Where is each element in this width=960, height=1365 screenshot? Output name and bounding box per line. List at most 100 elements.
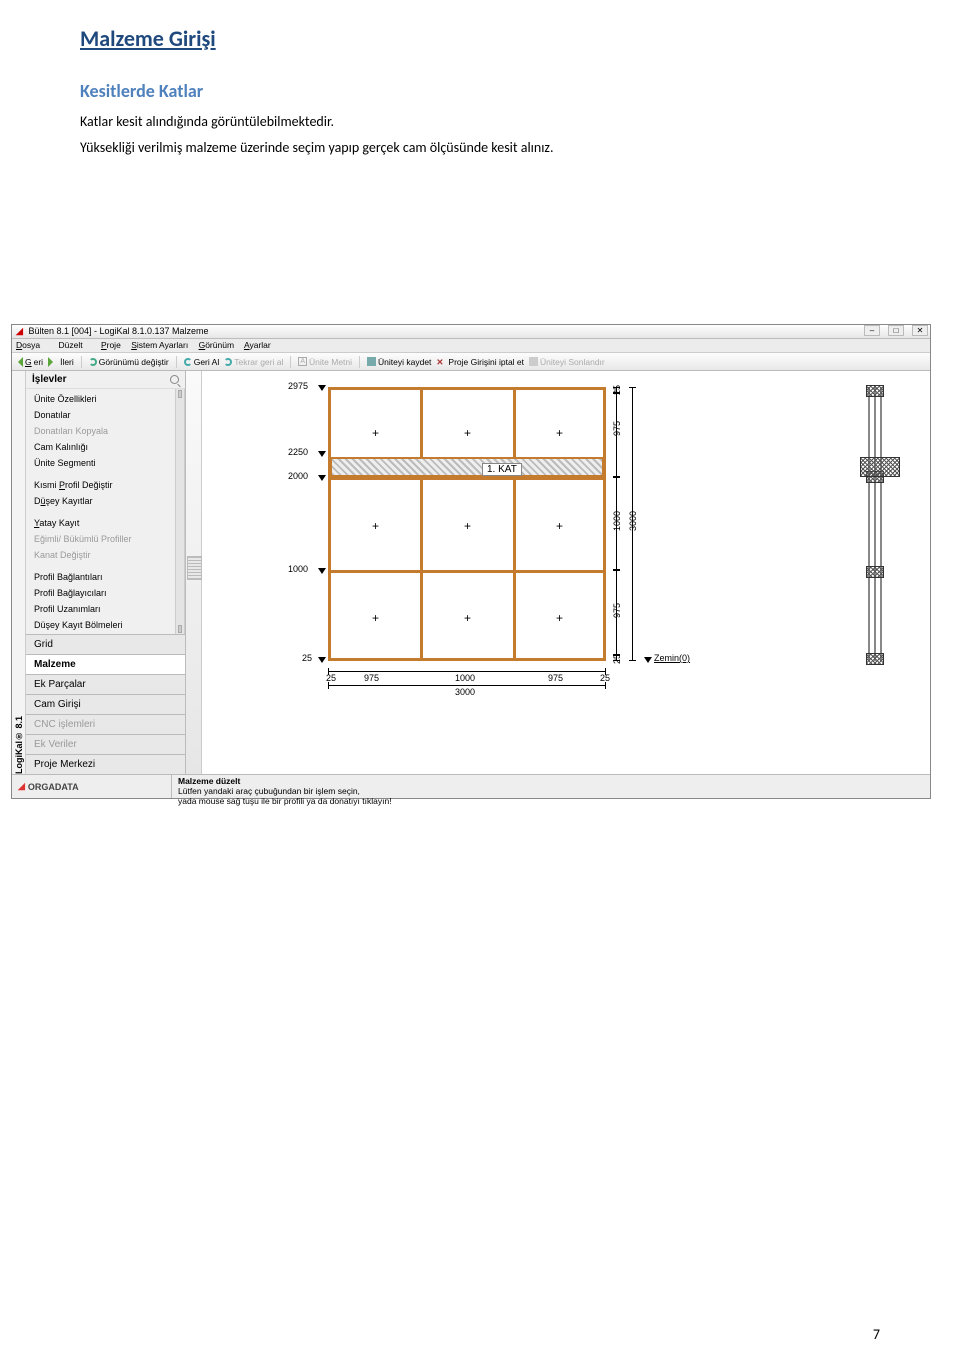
section-line-3 bbox=[880, 387, 882, 661]
fn-profil-baglantilari[interactable]: Profil Bağlantıları bbox=[26, 569, 184, 585]
dim-1000c: 1000 bbox=[455, 673, 475, 683]
tab-grid[interactable]: Grid bbox=[26, 634, 185, 654]
functions-header-label: İşlevler bbox=[32, 374, 66, 385]
search-icon[interactable] bbox=[170, 375, 179, 384]
refresh-icon bbox=[89, 358, 97, 366]
drawing-canvas[interactable]: + + + + + + + + + 1. KAT 2975 2250 2000 bbox=[202, 371, 930, 774]
app-window: ◢ Bülten 8.1 [004] - LogiKal 8.1.0.137 M… bbox=[11, 324, 931, 799]
mullion-v2[interactable] bbox=[513, 387, 516, 661]
fn-unite-segmenti[interactable]: Ünite Segmenti bbox=[26, 455, 184, 471]
fn-yatay-kayit[interactable]: Yatay Kayıt bbox=[26, 515, 184, 531]
tab-proje-merkezi[interactable]: Proje Merkezi bbox=[26, 754, 185, 774]
window-title: Bülten 8.1 [004] - LogiKal 8.1.0.137 Mal… bbox=[28, 326, 208, 336]
pane-plus: + bbox=[556, 519, 563, 533]
pane-plus: + bbox=[372, 426, 379, 440]
cancel-entry-button[interactable]: ✕Proje Girişini iptal et bbox=[436, 357, 524, 367]
tab-ek-parcalar[interactable]: Ek Parçalar bbox=[26, 674, 185, 694]
doc-subtitle: Kesitlerde Katlar bbox=[80, 80, 880, 102]
menu-sistem[interactable]: Sistem Ayarları bbox=[131, 340, 188, 350]
section-profile-bottom bbox=[866, 653, 884, 665]
section-profile-top bbox=[866, 385, 884, 397]
level-tick bbox=[318, 385, 326, 391]
level-tick bbox=[318, 451, 326, 457]
status-bar: ◢ ORGADATA Malzeme düzelt Lütfen yandaki… bbox=[12, 774, 930, 798]
fn-unite-ozellikleri[interactable]: Ünite Özellikleri bbox=[26, 391, 184, 407]
zemin-tick bbox=[644, 657, 652, 663]
scrollbar[interactable] bbox=[175, 389, 184, 634]
mullion-h2[interactable] bbox=[328, 570, 606, 573]
mullion-h1[interactable] bbox=[328, 477, 606, 480]
floor-band[interactable] bbox=[330, 457, 604, 477]
menu-bar[interactable]: Dosya Düzelt Proje Sistem Ayarları Görün… bbox=[12, 339, 930, 353]
tab-malzeme[interactable]: Malzeme bbox=[26, 654, 185, 674]
fn-kanat: Kanat Değiştir bbox=[26, 547, 184, 563]
minimize-button[interactable]: – bbox=[864, 325, 880, 336]
level-1000: 1000 bbox=[288, 564, 308, 574]
section-line-2 bbox=[874, 387, 876, 661]
dim-975: 975 bbox=[612, 603, 622, 618]
dim-h-3000 bbox=[328, 685, 606, 686]
save-unit-button[interactable]: Üniteyi kaydet bbox=[367, 357, 431, 367]
redo-icon bbox=[224, 358, 232, 366]
dim-975l: 975 bbox=[364, 673, 379, 683]
fn-donatilari-kopyala: Donatıları Kopyala bbox=[26, 423, 184, 439]
pane-plus: + bbox=[372, 519, 379, 533]
close-button[interactable]: ✕ bbox=[912, 325, 928, 336]
brand-area: ◢ ORGADATA bbox=[12, 775, 172, 798]
status-line-2: yada mouse sağ tuşu ile bir profili ya d… bbox=[178, 796, 924, 806]
dim-25: 25 bbox=[612, 654, 622, 664]
functions-list: Ünite Özellikleri Donatılar Donatıları K… bbox=[26, 389, 185, 634]
fn-profil-baglayicilari[interactable]: Profil Bağlayıcıları bbox=[26, 585, 184, 601]
fn-dusey-kayitlar[interactable]: Düşey Kayıtlar bbox=[26, 493, 184, 509]
unit-text-button[interactable]: AÜnite Metni bbox=[298, 357, 352, 367]
side-toolstrip[interactable] bbox=[186, 371, 202, 774]
main-area: LogiKal® 8.1 İşlevler Ünite Özellikleri … bbox=[12, 371, 930, 774]
fn-donatilar[interactable]: Donatılar bbox=[26, 407, 184, 423]
undo-button[interactable]: Geri Al bbox=[184, 357, 220, 367]
app-icon: ◢ bbox=[16, 326, 23, 336]
page-number: 7 bbox=[873, 1326, 880, 1343]
menu-duzelt[interactable]: Düzelt bbox=[58, 340, 90, 350]
tab-cam-girisi[interactable]: Cam Girişi bbox=[26, 694, 185, 714]
window-titlebar: ◢ Bülten 8.1 [004] - LogiKal 8.1.0.137 M… bbox=[12, 325, 930, 339]
dim-3000: 3000 bbox=[628, 511, 638, 531]
menu-gorunum[interactable]: Görünüm bbox=[199, 340, 234, 350]
zemin-label: Zemin(0) bbox=[654, 653, 690, 663]
pane-plus: + bbox=[556, 426, 563, 440]
dim-975: 975 bbox=[612, 421, 622, 436]
finish-unit-button[interactable]: Üniteyi Sonlandır bbox=[529, 357, 605, 367]
dim-3000b: 3000 bbox=[455, 687, 475, 697]
pane-plus: + bbox=[464, 426, 471, 440]
fn-profil-uzanimlari[interactable]: Profil Uzanımları bbox=[26, 601, 184, 617]
forward-button[interactable]: İleri bbox=[48, 357, 74, 367]
menu-dosya[interactable]: Dosya bbox=[16, 340, 48, 350]
functions-header: İşlevler bbox=[26, 371, 185, 389]
maximize-button[interactable]: □ bbox=[888, 325, 904, 336]
dim-975r: 975 bbox=[548, 673, 563, 683]
level-2975: 2975 bbox=[288, 381, 308, 391]
arrow-left-icon bbox=[13, 357, 23, 367]
refresh-button[interactable]: Görünümü değiştir bbox=[89, 357, 169, 367]
vertical-brand-strip: LogiKal® 8.1 bbox=[12, 371, 26, 774]
status-text: Malzeme düzelt Lütfen yandaki araç çubuğ… bbox=[172, 775, 930, 798]
doc-paragraph-1: Katlar kesit alındığında görüntülebilmek… bbox=[80, 112, 880, 132]
pane-plus: + bbox=[464, 611, 471, 625]
level-2000: 2000 bbox=[288, 471, 308, 481]
redo-button[interactable]: Tekrar geri al bbox=[224, 357, 283, 367]
tab-cnc: CNC işlemleri bbox=[26, 714, 185, 734]
fn-kismi-profil[interactable]: Kısmi Profil Değiştir bbox=[26, 477, 184, 493]
fn-malzeme-paketleri[interactable]: Malzeme Paketleri bbox=[26, 633, 184, 634]
menu-proje[interactable]: Proje bbox=[101, 340, 121, 350]
save-icon bbox=[367, 357, 376, 366]
fn-dusey-kayit-bol[interactable]: Düşey Kayıt Bölmeleri bbox=[26, 617, 184, 633]
section-line-1 bbox=[868, 387, 870, 661]
menu-ayarlar[interactable]: Ayarlar bbox=[244, 340, 271, 350]
status-heading: Malzeme düzelt bbox=[178, 776, 924, 786]
mullion-v1[interactable] bbox=[420, 387, 423, 661]
level-tick bbox=[318, 475, 326, 481]
fn-cam-kalinligi[interactable]: Cam Kalınlığı bbox=[26, 439, 184, 455]
section-floor-hatch bbox=[860, 457, 900, 477]
back-button[interactable]: Geri bbox=[16, 357, 43, 367]
dim-h-chain bbox=[328, 671, 606, 672]
dim-1000: 1000 bbox=[612, 511, 622, 531]
